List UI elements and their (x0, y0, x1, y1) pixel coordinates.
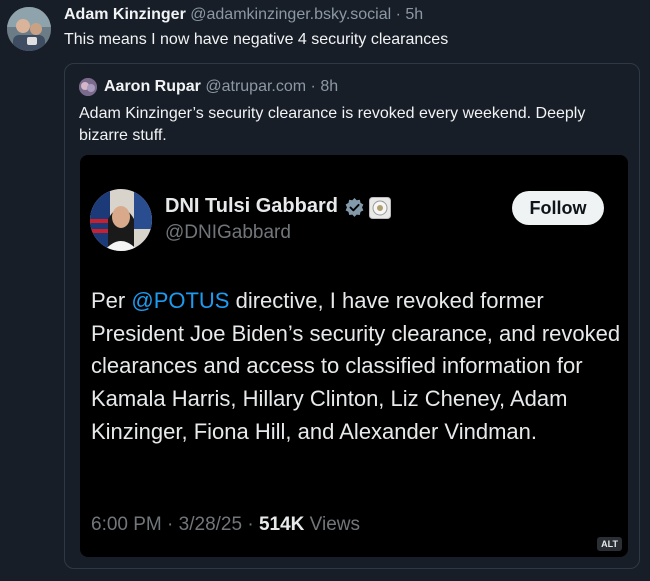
quote-text: Adam Kinzinger’s security clearance is r… (79, 105, 586, 144)
embed-body-prefix: Per (91, 288, 132, 313)
embed-views-count: 514K (258, 514, 305, 535)
post-time[interactable]: 5h (405, 6, 423, 23)
embed-display-name: DNI Tulsi Gabbard (165, 195, 338, 217)
quote-author-handle[interactable]: @atrupar.com (205, 78, 306, 95)
embedded-screenshot[interactable]: DNI Tulsi Gabbard @DNIGabbard Follow Per… (80, 155, 628, 557)
post-text: This means I now have negative 4 securit… (64, 31, 449, 48)
separator-dot: · (167, 514, 174, 535)
potus-mention-link: @POTUS (131, 288, 230, 313)
embed-views-label: Views (309, 514, 360, 535)
embed-handle: @DNIGabbard (165, 222, 291, 243)
embed-footer: 6:00 PM · 3/28/25 · 514K Views (91, 514, 360, 536)
quote-author-name[interactable]: Aaron Rupar (104, 78, 201, 95)
quote-header: Aaron Rupar @atrupar.com · 8h (104, 78, 338, 96)
embed-body-text: Per @POTUS directive, I have revoked for… (91, 285, 621, 449)
embed-avatar (90, 189, 152, 251)
quote-time[interactable]: 8h (320, 78, 338, 95)
separator-dot: · (395, 6, 401, 23)
author-handle[interactable]: @adamkinzinger.bsky.social (190, 6, 391, 23)
author-avatar[interactable] (7, 7, 51, 51)
separator-dot: · (247, 514, 254, 535)
post-header: Adam Kinzinger @adamkinzinger.bsky.socia… (64, 6, 423, 24)
quote-post[interactable]: Aaron Rupar @atrupar.com · 8h Adam Kinzi… (64, 63, 640, 569)
embed-badges (344, 197, 392, 219)
follow-button: Follow (512, 191, 604, 225)
post-card: Adam Kinzinger @adamkinzinger.bsky.socia… (0, 0, 650, 581)
embed-time: 6:00 PM (91, 514, 162, 535)
author-name[interactable]: Adam Kinzinger (64, 6, 186, 23)
government-seal-icon (369, 197, 392, 219)
embed-date: 3/28/25 (178, 514, 243, 535)
verified-badge-icon (344, 197, 369, 217)
quote-author-avatar[interactable] (79, 78, 97, 96)
separator-dot: · (310, 78, 316, 95)
alt-text-badge[interactable]: ALT (597, 537, 622, 551)
